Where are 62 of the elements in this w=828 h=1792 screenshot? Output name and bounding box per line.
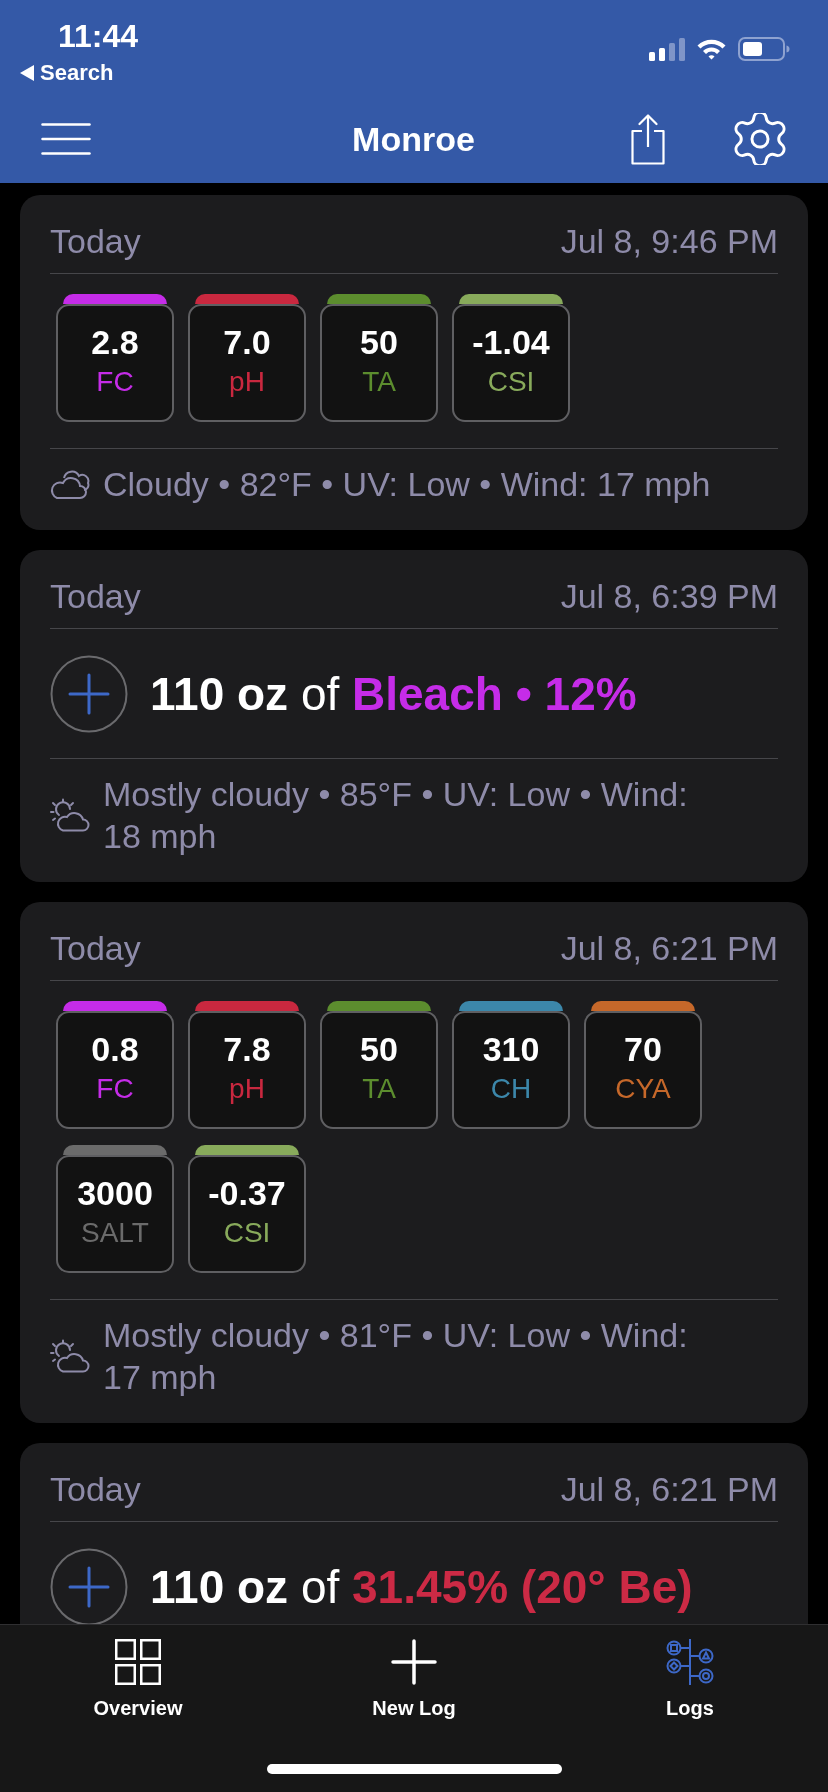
entry-day: Today bbox=[50, 1469, 141, 1509]
tab-bar-item[interactable]: New Log bbox=[364, 1625, 464, 1721]
tab-bar-item[interactable]: Logs bbox=[658, 1625, 722, 1721]
dose-text: 110 oz of 31.45% (20° Be) bbox=[150, 1560, 694, 1614]
share-button[interactable] bbox=[631, 113, 665, 165]
entry-time: Jul 8, 6:21 PM bbox=[560, 1469, 778, 1509]
grid-icon bbox=[115, 1639, 161, 1685]
tab-bar-item[interactable]: Overview bbox=[85, 1625, 191, 1721]
settings-button[interactable] bbox=[734, 113, 786, 165]
reading-label: CYA bbox=[615, 1072, 671, 1106]
reading-label: SALT bbox=[81, 1216, 149, 1250]
nav-title: Monroe bbox=[352, 119, 475, 159]
weather-text: Mostly cloudy • 81°F • UV: Low • Wind: 17 mph bbox=[103, 1315, 689, 1398]
sun-cloud-icon bbox=[50, 798, 90, 832]
menu-button[interactable] bbox=[41, 123, 91, 155]
log-card[interactable]: Today Jul 8, 6:21 PM 110 oz of 31.45% (20° Be) bbox=[20, 1443, 808, 1624]
reading-value: 310 bbox=[482, 1029, 540, 1069]
entry-time: Jul 8, 9:46 PM bbox=[560, 221, 778, 261]
cloud-icon bbox=[50, 469, 90, 499]
branch-tree-icon bbox=[666, 1639, 714, 1685]
reading-value: 2.8 bbox=[91, 322, 139, 362]
log-card[interactable]: Today Jul 8, 6:21 PM 0.8 FC 7.8 pH 50 TA 310 CH 70 CYA 3000 SALT -0.37 CSI Mostly cloudy • 81°F • UV: Low • Wind: 17 mph bbox=[20, 902, 808, 1423]
reading-value: -1.04 bbox=[472, 322, 550, 362]
menu-icon bbox=[41, 123, 91, 155]
reading-label: CH bbox=[490, 1072, 532, 1106]
entry-day: Today bbox=[50, 221, 141, 261]
battery-icon bbox=[738, 37, 790, 61]
reading-label: FC bbox=[96, 1072, 134, 1106]
status-time: 11:44 bbox=[58, 17, 139, 56]
settings-icon bbox=[734, 113, 786, 165]
reading-value: 50 bbox=[360, 1029, 398, 1069]
entry-time: Jul 8, 6:21 PM bbox=[560, 928, 778, 968]
reading-label: FC bbox=[96, 365, 134, 399]
sun-cloud-icon bbox=[50, 1339, 90, 1373]
weather-text: Mostly cloudy • 85°F • UV: Low • Wind: 18 mph bbox=[103, 774, 689, 857]
reading-value: 50 bbox=[360, 322, 398, 362]
reading-value: -0.37 bbox=[208, 1173, 286, 1213]
entry-day: Today bbox=[50, 928, 141, 968]
reading-value: 7.0 bbox=[223, 322, 271, 362]
reading-label: pH bbox=[229, 1072, 265, 1106]
log-card[interactable]: Today Jul 8, 9:46 PM 2.8 FC 7.0 pH 50 TA -1.04 CSI Cloudy • 82°F • UV: Low • Wind: 17 mph bbox=[20, 195, 808, 530]
back-link[interactable]: Search bbox=[20, 58, 114, 88]
reading-value: 70 bbox=[624, 1029, 662, 1069]
reading-value: 3000 bbox=[77, 1173, 153, 1213]
plus-circle-icon bbox=[50, 655, 128, 733]
reading-label: TA bbox=[362, 365, 396, 399]
dose-text: 110 oz of Bleach • 12% bbox=[150, 667, 638, 721]
log-card[interactable]: Today Jul 8, 6:39 PM 110 oz of Bleach • 12% Mostly cloudy • 85°F • UV: Low • Wind: 18 mph bbox=[20, 550, 808, 882]
reading-label: CSI bbox=[223, 1216, 271, 1250]
reading-label: pH bbox=[229, 365, 265, 399]
signal-icon bbox=[649, 37, 685, 61]
reading-value: 0.8 bbox=[91, 1029, 139, 1069]
entry-day: Today bbox=[50, 576, 141, 616]
entry-time: Jul 8, 6:39 PM bbox=[560, 576, 778, 616]
reading-label: TA bbox=[362, 1072, 396, 1106]
reading-label: CSI bbox=[487, 365, 535, 399]
left-triangle-icon bbox=[20, 65, 34, 81]
wifi-icon bbox=[696, 38, 727, 60]
plus-icon bbox=[391, 1639, 437, 1685]
weather-text: Cloudy • 82°F • UV: Low • Wind: 17 mph bbox=[103, 464, 712, 505]
share-icon bbox=[631, 113, 665, 165]
reading-value: 7.8 bbox=[223, 1029, 271, 1069]
